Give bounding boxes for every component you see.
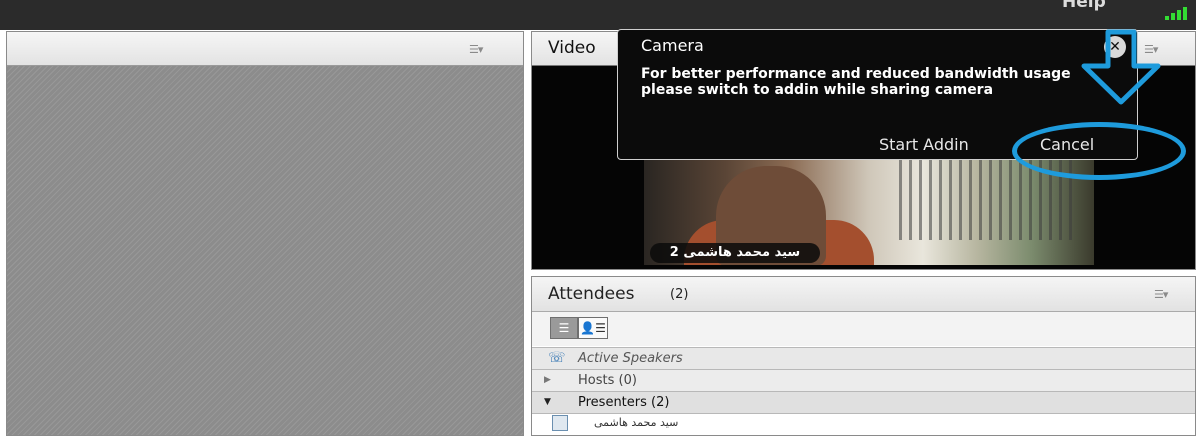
- speaker-icon: ☏: [548, 350, 566, 366]
- start-addin-button[interactable]: Start Addin: [879, 135, 969, 154]
- attendees-toolbar: ☰ 👤☰: [532, 312, 1195, 346]
- attendees-count: (2): [670, 287, 689, 302]
- status-view-icon[interactable]: 👤☰: [578, 317, 608, 339]
- hosts-row[interactable]: ▶ Hosts (0): [532, 369, 1195, 391]
- camera-dialog-title: Camera: [641, 36, 704, 55]
- pod-options-icon[interactable]: ☰▾: [1154, 288, 1168, 301]
- participant-name-badge: سید محمد هاشمی 2: [650, 243, 820, 263]
- expand-triangle-icon[interactable]: ▶: [544, 375, 551, 385]
- connection-signal-icon: [1163, 6, 1193, 20]
- attendee-name: سید محمد هاشمی: [594, 416, 679, 429]
- presenters-row[interactable]: ▼ Presenters (2): [532, 391, 1195, 413]
- annotation-circle: [1012, 122, 1186, 180]
- share-pod-header: ☰▾: [7, 32, 523, 66]
- presenters-label: Presenters (2): [578, 395, 670, 410]
- top-bar: Help: [0, 0, 1196, 30]
- share-pod-body: [7, 66, 523, 435]
- attendees-title: Attendees: [548, 284, 635, 304]
- collapse-triangle-icon[interactable]: ▼: [544, 397, 551, 407]
- active-speakers-row: ☏ Active Speakers: [532, 347, 1195, 369]
- presenter-icon: [552, 415, 568, 431]
- attendees-header: Attendees (2) ☰▾: [532, 277, 1195, 312]
- hosts-label: Hosts (0): [578, 373, 637, 388]
- list-view-icon[interactable]: ☰: [550, 317, 578, 339]
- share-pod: ☰▾: [6, 31, 524, 436]
- attendee-row[interactable]: سید محمد هاشمی: [532, 413, 1195, 435]
- attendees-pod: Attendees (2) ☰▾ ☰ 👤☰ ☏ Active Speakers …: [531, 276, 1196, 436]
- active-speakers-label: Active Speakers: [578, 351, 683, 366]
- annotation-arrow-icon: [1081, 29, 1161, 105]
- help-menu[interactable]: Help: [1062, 0, 1106, 12]
- camera-dialog-message: For better performance and reduced bandw…: [641, 66, 1071, 98]
- pod-options-icon[interactable]: ☰▾: [469, 43, 483, 56]
- video-pod-title: Video: [548, 38, 596, 58]
